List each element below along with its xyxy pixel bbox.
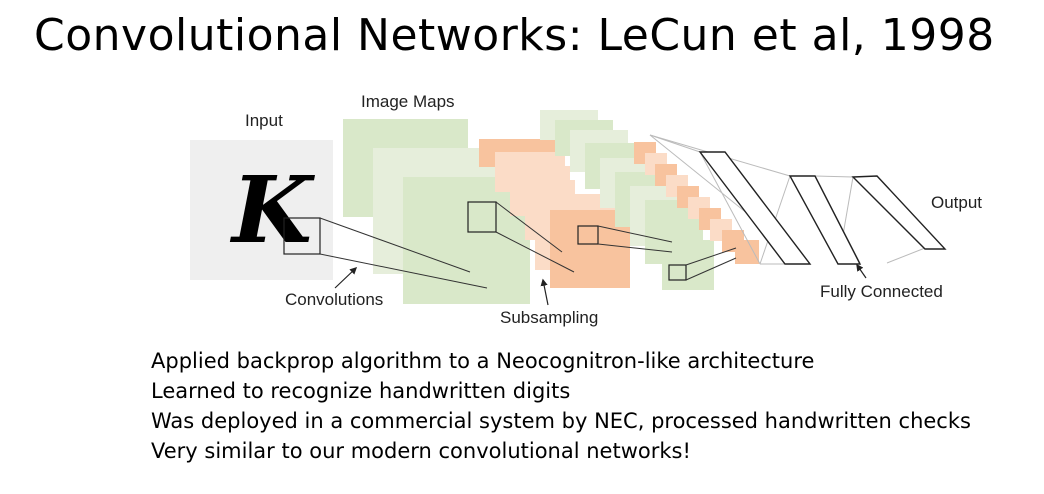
fully-connected-arrow — [856, 263, 867, 279]
subsampling-arrow — [540, 278, 549, 306]
bullet-item: Applied backprop algorithm to a Neocogni… — [151, 349, 815, 373]
fc-layer-3 — [851, 175, 947, 250]
subsampling-label: Subsampling — [500, 308, 598, 327]
bullet-item: Was deployed in a commercial system by N… — [151, 409, 971, 433]
convolutions-arrow — [334, 267, 358, 289]
output-label: Output — [931, 193, 982, 212]
fully-connected-label: Fully Connected — [820, 282, 943, 301]
bullet-item: Very similar to our modern convolutional… — [151, 439, 691, 463]
input-label: Input — [245, 111, 283, 130]
input-glyph: K — [229, 156, 316, 264]
bullet-item: Learned to recognize handwritten digits — [151, 379, 571, 403]
bullet-list: Applied backprop algorithm to a Neocogni… — [151, 346, 971, 466]
convolutions-label: Convolutions — [285, 290, 383, 309]
image-maps-label: Image Maps — [361, 92, 455, 111]
